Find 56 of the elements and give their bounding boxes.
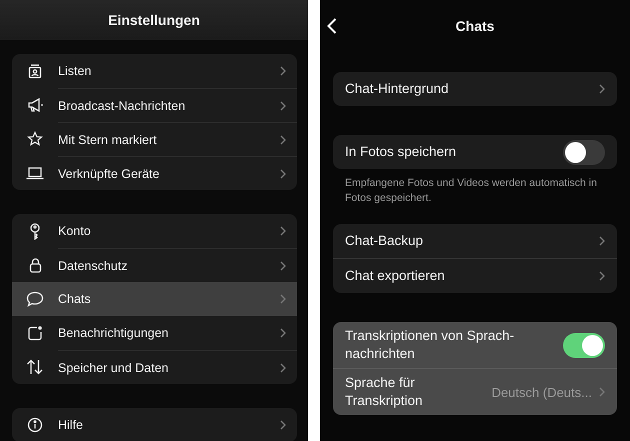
chevron-icon: [280, 328, 286, 338]
item-label: Hilfe: [58, 418, 84, 432]
chevron-icon: [280, 420, 286, 430]
settings-item[interactable]: Speicher und Daten: [12, 350, 297, 384]
chevron-icon: [280, 100, 286, 110]
star-icon: [27, 131, 43, 147]
chevron-icon: [599, 387, 605, 397]
setting-label: Chat-Hintergrund: [345, 80, 449, 98]
screen-title: Chats: [456, 18, 494, 34]
settings-item[interactable]: Broadcast-Nachrichten: [12, 88, 297, 122]
toggle-switch[interactable]: [563, 140, 605, 164]
up-down-arrows-icon: [26, 359, 44, 375]
item-label: Speicher und Daten: [58, 360, 168, 374]
notification-square-icon: [27, 325, 43, 341]
key-icon: [28, 222, 42, 240]
setting-value: Deutsch (Deuts...: [492, 384, 592, 400]
item-label: Datenschutz: [58, 258, 128, 272]
laptop-icon: [26, 166, 44, 180]
toggle-switch[interactable]: [563, 332, 605, 358]
item-label: Chats: [58, 292, 91, 306]
chevron-icon: [280, 66, 286, 76]
setting-label: Chat exportieren: [345, 267, 445, 285]
chevron-icon: [599, 236, 605, 246]
setting-label: Chat-Backup: [345, 232, 424, 250]
item-label: Mit Stern markiert: [58, 132, 157, 146]
chevron-icon: [280, 168, 286, 178]
settings-item[interactable]: Mit Stern markiert: [12, 122, 297, 156]
chevron-icon: [599, 84, 605, 94]
chevron-icon: [280, 362, 286, 372]
settings-item[interactable]: Konto: [12, 214, 297, 248]
settings-item[interactable]: Verknüpfte Geräte: [12, 156, 297, 190]
contact-card-icon: [27, 63, 43, 79]
item-label: Broadcast-Nachrichten: [58, 98, 186, 112]
item-label: Listen: [58, 64, 92, 78]
chevron-icon: [280, 134, 286, 144]
megaphone-icon: [26, 97, 44, 113]
setting-label: In Fotos speichern: [345, 143, 456, 161]
settings-item[interactable]: Chats: [12, 282, 297, 316]
chevron-icon: [599, 271, 605, 281]
settings-item[interactable]: Benachrichtigungen: [12, 316, 297, 350]
item-label: Verknüpfte Geräte: [58, 166, 160, 180]
back-icon[interactable]: [327, 18, 337, 34]
chevron-icon: [280, 260, 286, 270]
lock-icon: [28, 257, 42, 273]
info-icon: [27, 417, 43, 433]
speech-bubble-icon: [26, 291, 44, 307]
settings-item[interactable]: Hilfe: [12, 408, 297, 441]
screen-title: Einstellungen: [108, 12, 200, 28]
chevron-icon: [280, 226, 286, 236]
item-label: Konto: [58, 224, 91, 238]
setting-label: Transkriptionen von Sprach-nachrichten: [345, 327, 516, 363]
item-label: Benachrichtigungen: [58, 326, 168, 340]
footnote-text: Empfangene Fotos und Videos werden automatisch in Fotos gespeichert.: [345, 176, 598, 206]
chevron-icon: [280, 294, 286, 304]
setting-label: Sprache für Transkription: [345, 374, 424, 410]
settings-item[interactable]: Listen: [12, 54, 297, 88]
